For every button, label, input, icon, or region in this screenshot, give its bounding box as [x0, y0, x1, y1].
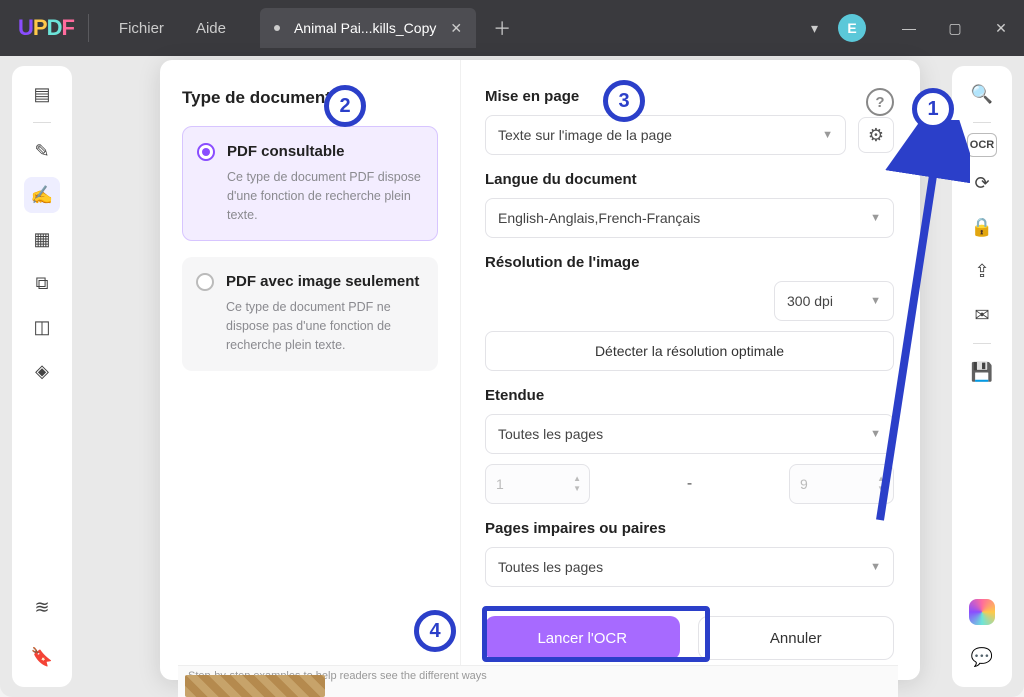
language-label: Langue du document: [485, 171, 894, 188]
cancel-button[interactable]: Annuler: [698, 616, 895, 660]
tab-indicator-icon: [274, 25, 280, 31]
layout-label: Mise en page: [485, 88, 894, 105]
comment-icon[interactable]: 💬: [964, 639, 1000, 675]
chevron-down-icon[interactable]: ▾: [811, 20, 818, 37]
ocr-options-column: ? Mise en page Texte sur l'image de la p…: [460, 60, 920, 680]
range-select[interactable]: Toutes les pages ▼: [485, 414, 894, 454]
resolution-label: Résolution de l'image: [485, 254, 894, 271]
document-tab[interactable]: Animal Pai...kills_Copy ✕: [260, 8, 476, 48]
ocr-settings-panel: Type de document PDF consultable Ce type…: [160, 60, 920, 680]
language-value: English-Anglais,French-Français: [498, 210, 700, 226]
separator: [973, 343, 991, 344]
mail-icon[interactable]: ✉: [964, 297, 1000, 333]
new-tab-button[interactable]: ＋: [490, 16, 514, 40]
menu-file[interactable]: Fichier: [119, 20, 164, 37]
radio-icon: [196, 273, 214, 291]
detect-resolution-button[interactable]: Détecter la résolution optimale: [485, 331, 894, 371]
callout-3: 3: [603, 80, 645, 122]
parity-label: Pages impaires ou paires: [485, 520, 894, 537]
callout-1: 1: [912, 88, 954, 130]
layers-icon[interactable]: ≋: [24, 589, 60, 625]
organize-pages-icon[interactable]: ⧉: [24, 265, 60, 301]
save-icon[interactable]: 💾: [964, 354, 1000, 390]
range-to-input[interactable]: 9 ▲▼: [789, 464, 894, 504]
option-searchable-pdf[interactable]: PDF consultable Ce type de document PDF …: [182, 126, 438, 241]
option-title: PDF consultable: [227, 143, 421, 160]
parity-value: Toutes les pages: [498, 559, 603, 575]
app-frame: ▤ ✎ ✍ ▦ ⧉ ◫ ◈ ≋ 🔖 🔍 OCR ⟳ 🔒 ⇪ ✉ 💾 💬 Type…: [0, 56, 1024, 697]
close-tab-icon[interactable]: ✕: [450, 20, 462, 37]
layout-settings-button[interactable]: ⚙: [858, 117, 894, 153]
user-avatar[interactable]: E: [838, 14, 866, 42]
option-desc: Ce type de document PDF dispose d'une fo…: [227, 168, 421, 224]
thumbnails-icon[interactable]: ▤: [24, 76, 60, 112]
document-type-column: Type de document PDF consultable Ce type…: [160, 60, 460, 680]
resolution-value: 300 dpi: [787, 293, 833, 309]
crop-icon[interactable]: ◫: [24, 309, 60, 345]
tab-title: Animal Pai...kills_Copy: [294, 20, 436, 36]
option-title: PDF avec image seulement: [226, 273, 422, 290]
chevron-down-icon: ▼: [870, 561, 881, 573]
radio-icon: [197, 143, 215, 161]
range-from-value: 1: [496, 476, 504, 492]
run-ocr-button[interactable]: Lancer l'OCR: [485, 616, 680, 660]
separator: [33, 122, 51, 123]
option-image-only-pdf[interactable]: PDF avec image seulement Ce type de docu…: [182, 257, 438, 370]
layout-value: Texte sur l'image de la page: [498, 127, 672, 143]
left-toolbar: ▤ ✎ ✍ ▦ ⧉ ◫ ◈ ≋ 🔖: [12, 66, 72, 687]
window-close-button[interactable]: ✕: [978, 8, 1024, 48]
form-icon[interactable]: ▦: [24, 221, 60, 257]
ai-assistant-icon[interactable]: [969, 599, 995, 625]
chevron-down-icon: ▼: [870, 295, 881, 307]
parity-select[interactable]: Toutes les pages ▼: [485, 547, 894, 587]
titlebar-right: ▾ E — ▢ ✕: [811, 0, 1024, 56]
ocr-icon[interactable]: OCR: [967, 133, 997, 157]
chevron-down-icon: ▼: [870, 428, 881, 440]
tab-area: Animal Pai...kills_Copy ✕ ＋: [260, 0, 514, 56]
callout-4: 4: [414, 610, 456, 652]
range-from-input[interactable]: 1 ▲▼: [485, 464, 590, 504]
highlighter-icon[interactable]: ✎: [24, 133, 60, 169]
menu-help[interactable]: Aide: [196, 20, 226, 37]
resolution-select[interactable]: 300 dpi ▼: [774, 281, 894, 321]
separator: [973, 122, 991, 123]
tools-icon[interactable]: ◈: [24, 353, 60, 389]
chevron-down-icon: ▼: [870, 212, 881, 224]
bookmark-icon[interactable]: 🔖: [24, 639, 60, 675]
layout-select[interactable]: Texte sur l'image de la page ▼: [485, 115, 846, 155]
range-label: Etendue: [485, 387, 894, 404]
language-select[interactable]: English-Anglais,French-Français ▼: [485, 198, 894, 238]
edit-text-icon[interactable]: ✍: [24, 177, 60, 213]
app-logo: UPDF: [18, 15, 74, 41]
divider: [88, 14, 89, 42]
option-desc: Ce type de document PDF ne dispose pas d…: [226, 298, 422, 354]
range-separator: -: [602, 475, 777, 493]
window-maximize-button[interactable]: ▢: [932, 8, 978, 48]
share-icon[interactable]: ⇪: [964, 253, 1000, 289]
document-image-peek: [185, 675, 325, 697]
protect-icon[interactable]: 🔒: [964, 209, 1000, 245]
callout-2: 2: [324, 85, 366, 127]
chevron-down-icon: ▼: [822, 129, 833, 141]
right-toolbar: 🔍 OCR ⟳ 🔒 ⇪ ✉ 💾 💬: [952, 66, 1012, 687]
search-icon[interactable]: 🔍: [964, 76, 1000, 112]
doc-type-heading: Type de document: [182, 88, 438, 108]
help-icon[interactable]: ?: [866, 88, 894, 116]
convert-icon[interactable]: ⟳: [964, 165, 1000, 201]
range-to-value: 9: [800, 476, 808, 492]
window-minimize-button[interactable]: —: [886, 8, 932, 48]
action-bar: Lancer l'OCR Annuler: [485, 616, 894, 660]
range-value: Toutes les pages: [498, 426, 603, 442]
title-bar: UPDF Fichier Aide Animal Pai...kills_Cop…: [0, 0, 1024, 56]
